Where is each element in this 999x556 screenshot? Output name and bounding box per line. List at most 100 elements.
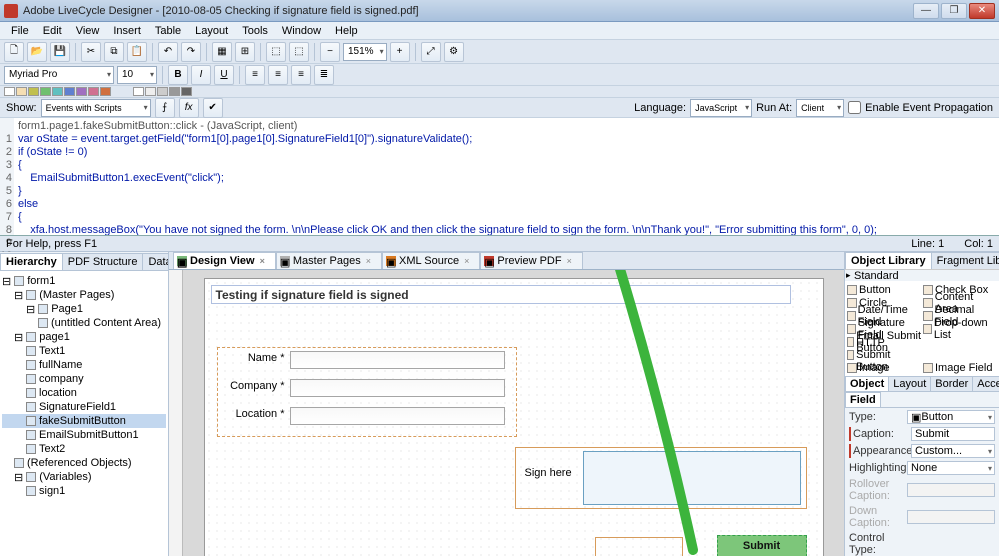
swatch-tan[interactable] <box>16 87 27 96</box>
menu-tools[interactable]: Tools <box>235 24 275 38</box>
script-editor[interactable]: 1234567891011 form1.page1.fakeSubmitButt… <box>0 118 999 236</box>
bold-icon[interactable]: B <box>168 65 188 85</box>
objlib-button[interactable]: Button <box>847 283 921 296</box>
location-input[interactable] <box>290 407 505 425</box>
swatch-green[interactable] <box>40 87 51 96</box>
email-submit-placeholder[interactable] <box>595 537 683 556</box>
swatch2b[interactable] <box>145 87 156 96</box>
group-icon[interactable]: ⬚ <box>266 42 286 62</box>
tab-layout[interactable]: Layout <box>888 376 931 391</box>
menu-window[interactable]: Window <box>275 24 328 38</box>
code-body[interactable]: form1.page1.fakeSubmitButton::click - (J… <box>14 118 999 235</box>
grid-icon[interactable]: ⊞ <box>235 42 255 62</box>
check-icon[interactable]: ✔ <box>203 98 223 118</box>
redo-icon[interactable]: ↷ <box>181 42 201 62</box>
maximize-button[interactable]: ❐ <box>941 3 967 19</box>
table-icon[interactable]: ▦ <box>212 42 232 62</box>
save-icon[interactable]: 💾 <box>50 42 70 62</box>
swatch-blue[interactable] <box>64 87 75 96</box>
tab-accessibility[interactable]: Accessibility <box>972 376 999 391</box>
name-input[interactable] <box>290 351 505 369</box>
justify-icon[interactable]: ≣ <box>314 65 334 85</box>
zoom-combo[interactable]: 151% <box>343 43 387 61</box>
swatch-orange[interactable] <box>100 87 111 96</box>
swatch-pink[interactable] <box>88 87 99 96</box>
copy-icon[interactable]: ⧉ <box>104 42 124 62</box>
new-icon[interactable]: 🗋 <box>4 42 24 62</box>
event-propagation-checkbox[interactable] <box>848 101 861 114</box>
tab-data-view[interactable]: Data View <box>142 253 168 270</box>
open-icon[interactable]: 📂 <box>27 42 47 62</box>
highlight-combo[interactable]: None <box>907 461 995 475</box>
hierarchy-tree[interactable]: ⊟form1 ⊟(Master Pages) ⊟Page1 (untitled … <box>0 270 168 556</box>
objlib-http[interactable]: HTTP Submit Button <box>847 348 921 361</box>
align-left-icon[interactable]: ≡ <box>245 65 265 85</box>
swatch-white[interactable] <box>4 87 15 96</box>
menu-help[interactable]: Help <box>328 24 365 38</box>
menu-file[interactable]: File <box>4 24 36 38</box>
tab-hierarchy[interactable]: Hierarchy <box>0 253 63 270</box>
objlib-group-header[interactable]: Standard <box>845 269 999 281</box>
submit-button[interactable]: Submit <box>717 535 807 556</box>
menu-layout[interactable]: Layout <box>188 24 235 38</box>
tab-object-library[interactable]: Object Library <box>845 252 932 269</box>
close-button[interactable]: ✕ <box>969 3 995 19</box>
show-events-combo[interactable]: Events with Scripts <box>41 99 151 117</box>
objlib-imgfield[interactable]: Image Field <box>923 361 997 374</box>
zoom-out-icon[interactable]: − <box>320 42 340 62</box>
underline-icon[interactable]: U <box>214 65 234 85</box>
undo-icon[interactable]: ↶ <box>158 42 178 62</box>
highlight-label: Highlighting: <box>849 462 904 474</box>
design-canvas[interactable]: Testing if signature field is signed Nam… <box>183 270 844 556</box>
object-properties: Type:▣ Button Caption:Submit Appearance:… <box>845 408 999 556</box>
objlib-dropdown[interactable]: Drop-down List <box>923 322 997 335</box>
form-title-text[interactable]: Testing if signature field is signed <box>211 285 791 304</box>
align-center-icon[interactable]: ≡ <box>268 65 288 85</box>
ungroup-icon[interactable]: ⬚ <box>289 42 309 62</box>
language-combo[interactable]: JavaScript <box>690 99 752 117</box>
tab-xml-source[interactable]: ▣XML Source× <box>382 252 480 269</box>
subtab-field[interactable]: Field <box>845 392 881 407</box>
menu-insert[interactable]: Insert <box>106 24 148 38</box>
appearance-label: Appearance: <box>853 445 908 457</box>
tab-master-pages[interactable]: ▣Master Pages× <box>276 252 382 269</box>
tab-border[interactable]: Border <box>930 376 973 391</box>
fx-icon[interactable]: fx <box>179 98 199 118</box>
menu-table[interactable]: Table <box>148 24 188 38</box>
font-size-combo[interactable]: 10 <box>117 66 157 84</box>
form-page[interactable]: Testing if signature field is signed Nam… <box>204 278 824 556</box>
align-right-icon[interactable]: ≡ <box>291 65 311 85</box>
tab-design-view[interactable]: ▣Design View× <box>173 252 276 269</box>
swatch2c[interactable] <box>157 87 168 96</box>
menu-view[interactable]: View <box>69 24 107 38</box>
tab-fragment-library[interactable]: Fragment Library <box>931 252 999 269</box>
tab-object[interactable]: Object <box>845 376 889 391</box>
swatch2e[interactable] <box>181 87 192 96</box>
show-label: Show: <box>6 102 37 114</box>
font-name-combo[interactable]: Myriad Pro <box>4 66 114 84</box>
italic-icon[interactable]: I <box>191 65 211 85</box>
signature-field[interactable] <box>583 451 801 505</box>
tab-preview-pdf[interactable]: ▣Preview PDF× <box>480 252 582 269</box>
close-tab-icon[interactable]: × <box>260 256 265 266</box>
objlib-image[interactable]: Image <box>847 361 921 374</box>
fit-icon[interactable]: ⤢ <box>421 42 441 62</box>
appearance-combo[interactable]: Custom... <box>911 444 995 458</box>
runat-combo[interactable]: Client <box>796 99 844 117</box>
company-input[interactable] <box>290 379 505 397</box>
swatch2d[interactable] <box>169 87 180 96</box>
swatch-olive[interactable] <box>28 87 39 96</box>
menu-edit[interactable]: Edit <box>36 24 69 38</box>
cut-icon[interactable]: ✂ <box>81 42 101 62</box>
minimize-button[interactable]: — <box>913 3 939 19</box>
type-combo[interactable]: ▣ Button <box>907 410 995 424</box>
swatch2[interactable] <box>133 87 144 96</box>
swatch-purple[interactable] <box>76 87 87 96</box>
tab-pdf-structure[interactable]: PDF Structure <box>62 253 144 270</box>
paste-icon[interactable]: 📋 <box>127 42 147 62</box>
tool-icon[interactable]: ⚙ <box>444 42 464 62</box>
zoom-in-icon[interactable]: + <box>390 42 410 62</box>
caption-input[interactable]: Submit <box>911 427 995 441</box>
fn-icon[interactable]: ⨍ <box>155 98 175 118</box>
swatch-teal[interactable] <box>52 87 63 96</box>
